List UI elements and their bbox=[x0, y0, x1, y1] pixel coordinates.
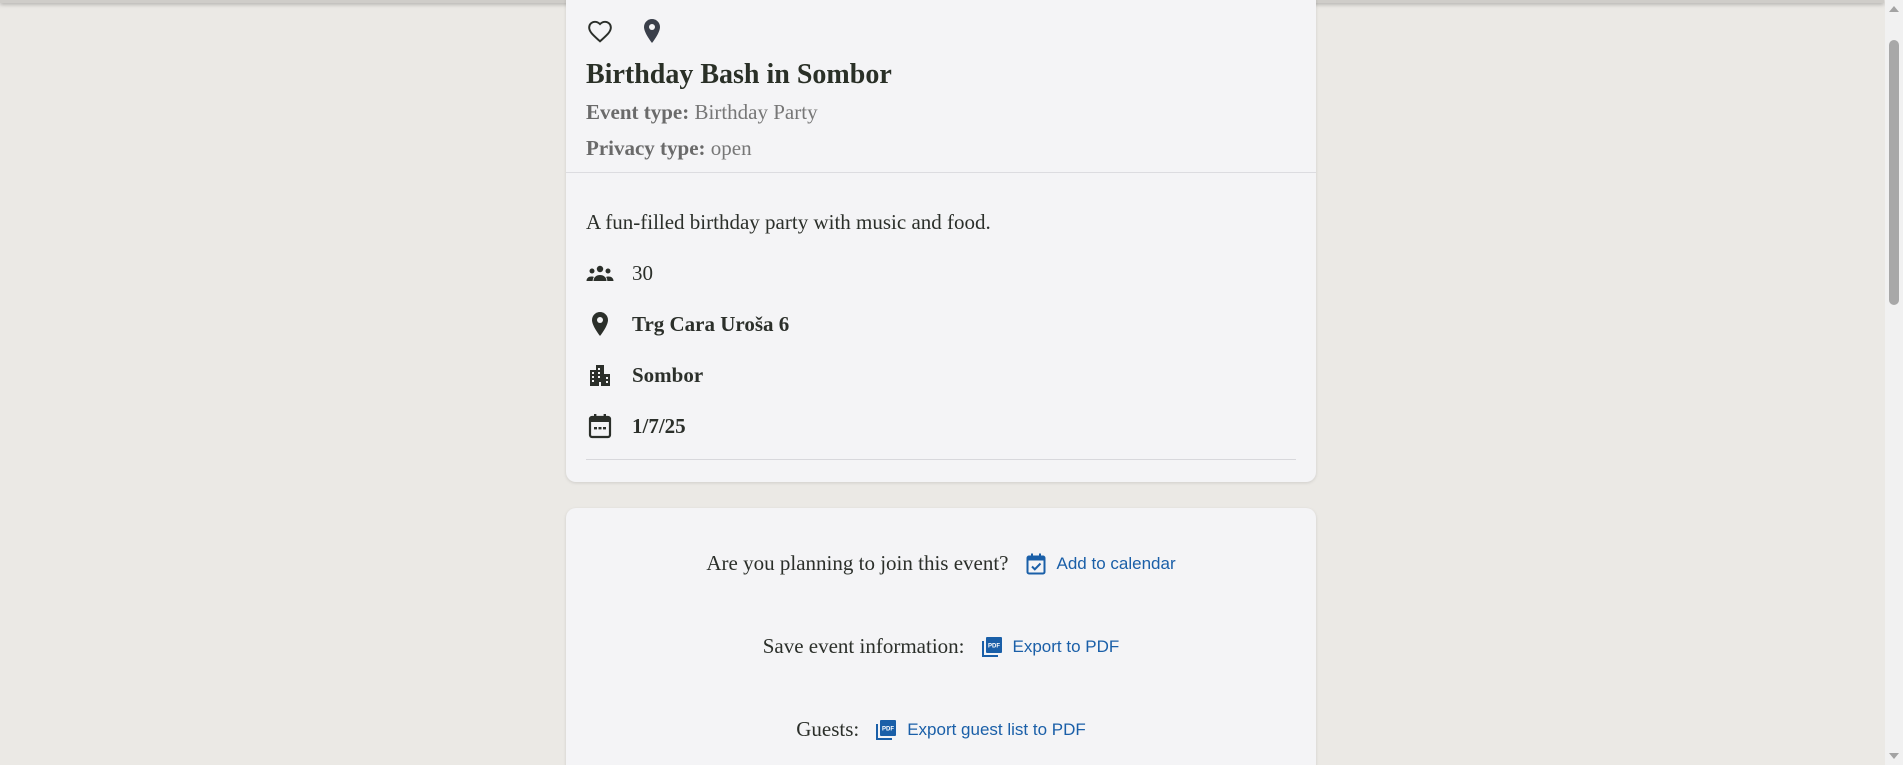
event-details-card: Birthday Bash in Sombor Event type: Birt… bbox=[566, 0, 1316, 482]
map-pin-icon bbox=[586, 310, 614, 338]
privacy-type-label: Privacy type: bbox=[586, 136, 706, 160]
calendar-check-icon bbox=[1025, 553, 1047, 575]
pdf-icon: PDF bbox=[981, 636, 1003, 658]
save-prompt: Save event information: bbox=[762, 634, 965, 658]
export-pdf-button[interactable]: PDF Export to PDF bbox=[981, 636, 1120, 658]
event-type: Event type: Birthday Party bbox=[586, 98, 1296, 126]
privacy-type-value: open bbox=[710, 136, 752, 160]
event-type-value: Birthday Party bbox=[694, 100, 818, 124]
scrollbar-thumb[interactable] bbox=[1889, 40, 1899, 305]
address-row: Trg Cara Uroša 6 bbox=[586, 311, 1296, 337]
add-to-calendar-label: Add to calendar bbox=[1056, 553, 1176, 573]
pdf-icon: PDF bbox=[875, 719, 897, 741]
guests-count: 30 bbox=[632, 260, 653, 285]
add-to-calendar-button[interactable]: Add to calendar bbox=[1025, 553, 1176, 575]
body-divider bbox=[586, 459, 1296, 460]
event-header: Birthday Bash in Sombor Event type: Birt… bbox=[566, 0, 1316, 173]
event-address: Trg Cara Uroša 6 bbox=[632, 311, 790, 336]
svg-text:PDF: PDF bbox=[882, 726, 894, 732]
event-date: 1/7/25 bbox=[632, 413, 686, 438]
event-type-label: Event type: bbox=[586, 100, 690, 124]
privacy-type: Privacy type: open bbox=[586, 134, 1296, 162]
export-pdf-label: Export to PDF bbox=[1012, 636, 1120, 656]
guests-prompt: Guests: bbox=[796, 717, 860, 741]
header-icons bbox=[586, 18, 1296, 44]
save-row: Save event information: PDF Export to PD… bbox=[566, 634, 1316, 659]
svg-text:PDF: PDF bbox=[988, 643, 1000, 649]
scroll-up-arrow-icon[interactable] bbox=[1889, 6, 1899, 12]
event-body: A fun-filled birthday party with music a… bbox=[566, 173, 1316, 460]
join-prompt: Are you planning to join this event? bbox=[706, 551, 1009, 575]
guests-row: 30 bbox=[586, 260, 1296, 286]
export-guest-list-button[interactable]: PDF Export guest list to PDF bbox=[875, 719, 1086, 741]
heart-outline-icon[interactable] bbox=[586, 17, 614, 45]
group-icon bbox=[586, 259, 614, 287]
city-row: Sombor bbox=[586, 362, 1296, 388]
date-row: 1/7/25 bbox=[586, 413, 1296, 439]
map-pin-icon[interactable] bbox=[638, 17, 666, 45]
export-guest-list-label: Export guest list to PDF bbox=[907, 719, 1086, 739]
join-row: Are you planning to join this event? Add… bbox=[566, 551, 1316, 576]
event-description: A fun-filled birthday party with music a… bbox=[586, 210, 991, 234]
event-actions-card: Are you planning to join this event? Add… bbox=[566, 508, 1316, 765]
scroll-down-arrow-icon[interactable] bbox=[1889, 753, 1899, 759]
event-title: Birthday Bash in Sombor bbox=[586, 59, 892, 90]
guests-export-row: Guests: PDF Export guest list to PDF bbox=[566, 717, 1316, 742]
calendar-icon bbox=[586, 412, 614, 440]
city-buildings-icon bbox=[586, 361, 614, 389]
event-city: Sombor bbox=[632, 362, 704, 387]
vertical-scrollbar[interactable] bbox=[1885, 0, 1903, 765]
